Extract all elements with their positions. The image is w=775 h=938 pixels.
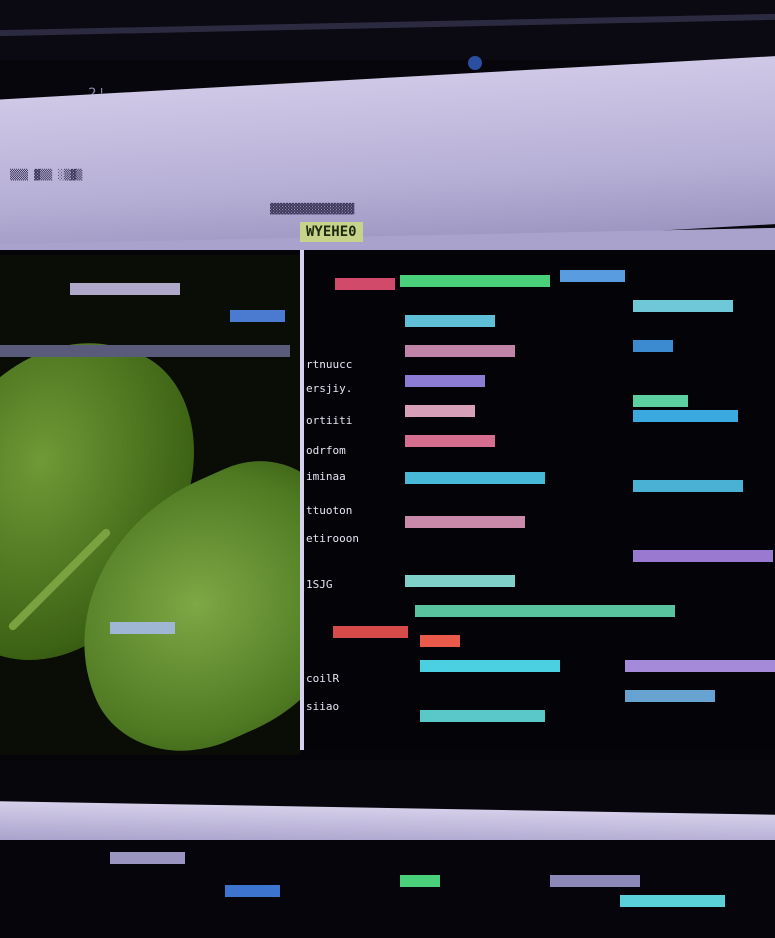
glitch-bar: [110, 622, 175, 634]
glitch-bar: [110, 852, 185, 864]
tab-label[interactable]: WYEHE0: [300, 222, 363, 242]
chrome-glitch-text: ▓▓▓▓▓▓▓▓▓▓▓▓▓▓: [270, 204, 355, 215]
glitch-bar: [400, 875, 440, 887]
code-line: odrfom: [306, 444, 346, 457]
syntax-block: [625, 660, 775, 672]
code-line: ersjiy.: [306, 382, 353, 395]
syntax-block: [333, 626, 408, 638]
code-panel: [300, 255, 775, 750]
syntax-block: [633, 340, 673, 352]
bottom-monitor: [0, 840, 775, 938]
syntax-block: [405, 472, 545, 484]
syntax-block: [420, 710, 545, 722]
syntax-block: [405, 516, 525, 528]
syntax-block: [405, 405, 475, 417]
code-line: iminaa: [306, 470, 346, 483]
glitch-bar: [70, 283, 180, 295]
syntax-block: [405, 375, 485, 387]
syntax-block: [405, 315, 495, 327]
syntax-block: [633, 300, 733, 312]
syntax-block: [405, 345, 515, 357]
syntax-block: [415, 605, 675, 617]
syntax-block: [420, 635, 460, 647]
plant-image-panel: [0, 255, 300, 755]
code-line: rtnuucc: [306, 358, 353, 371]
syntax-block: [560, 270, 625, 282]
syntax-block: [420, 660, 560, 672]
photo-of-monitor: 2¦ ▒▒▒ ▓▒▒ ░▒▓▒ ▓▓▓▓▓▓▓▓▓▓▓▓▓▓ WYEHE0 rt…: [0, 0, 775, 938]
syntax-block: [400, 275, 550, 287]
syntax-block: [405, 575, 515, 587]
chrome-glitch-text: ▒▒▒ ▓▒▒ ░▒▓▒: [10, 170, 83, 181]
code-line: ortiiti: [306, 414, 353, 427]
glitch-bar: [0, 345, 290, 357]
panel-divider: [300, 250, 304, 750]
syntax-block: [405, 435, 495, 447]
syntax-block: [335, 278, 395, 290]
blue-indicator-light: [468, 56, 482, 70]
code-line: coilR: [306, 672, 340, 685]
syntax-block: [633, 550, 773, 562]
syntax-block: [633, 480, 743, 492]
syntax-block: [633, 410, 738, 422]
syntax-block: [625, 690, 715, 702]
code-line: 1SJG: [306, 578, 333, 591]
glitch-bar: [620, 895, 725, 907]
code-line: etirooon: [306, 532, 359, 545]
code-line: siiao: [306, 700, 340, 713]
glitch-bar: [225, 885, 280, 897]
syntax-block: [633, 395, 688, 407]
glitch-bar: [230, 310, 285, 322]
code-line: ttuoton: [306, 504, 353, 517]
glitch-bar: [550, 875, 640, 887]
